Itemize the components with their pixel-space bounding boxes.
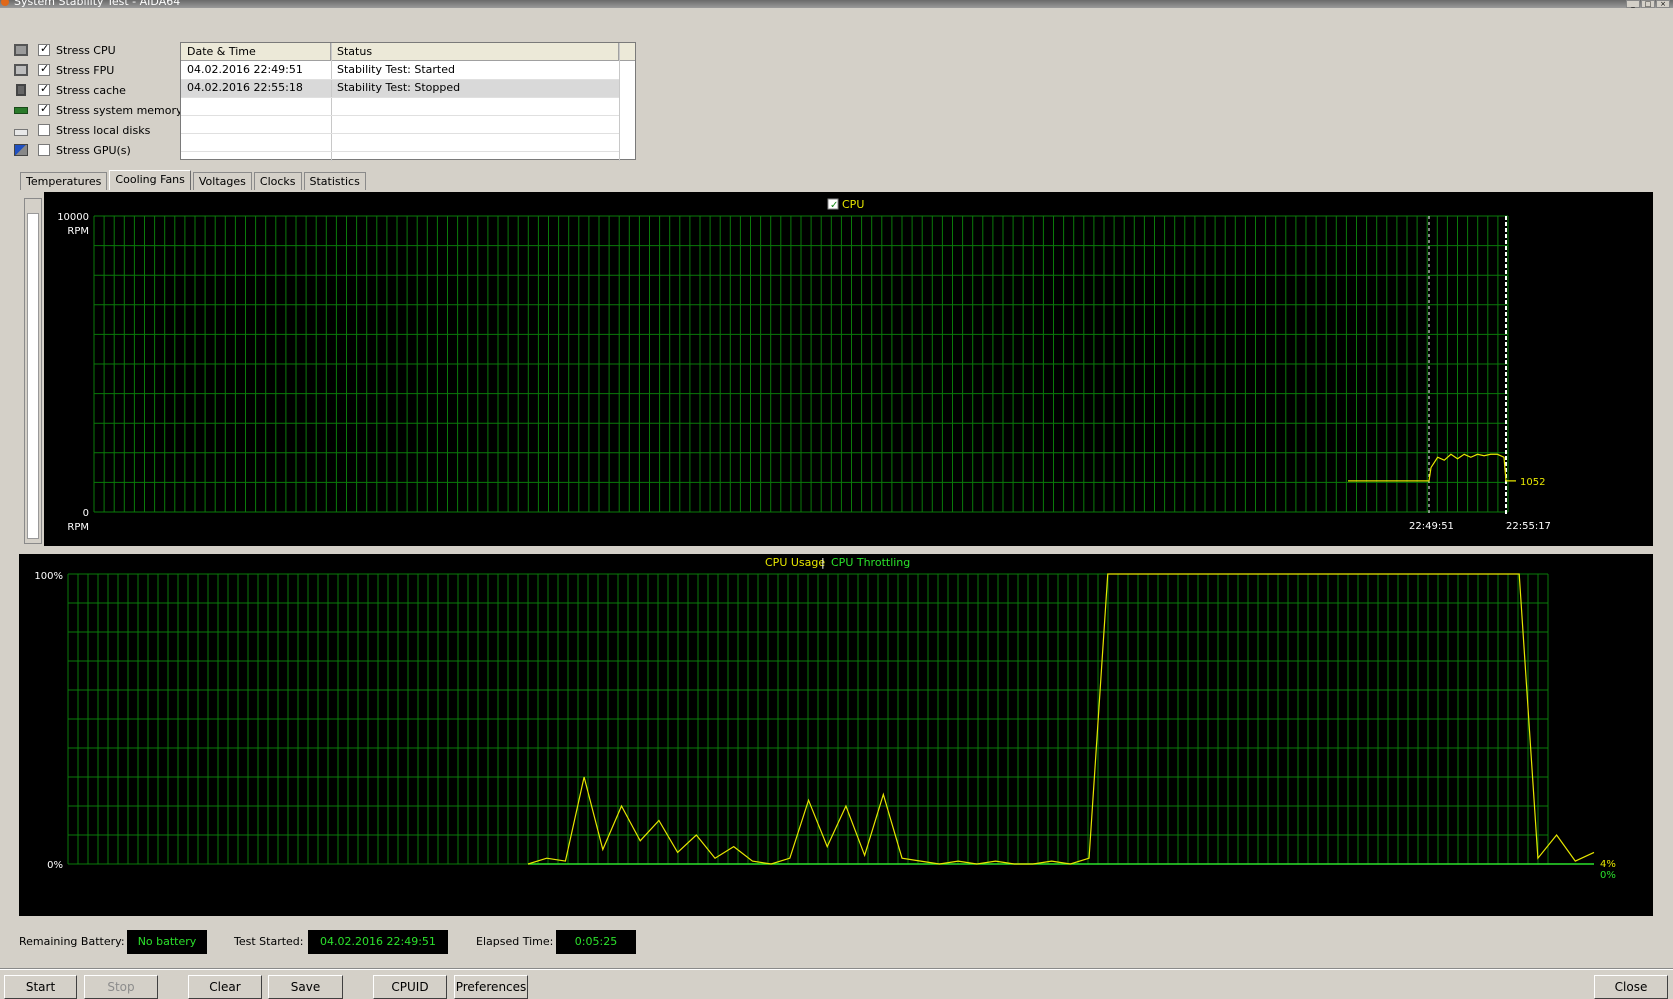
stress-cpu-checkbox[interactable] <box>38 42 50 56</box>
column-header-status[interactable]: Status <box>331 43 619 61</box>
stress-cpu-label: Stress CPU <box>56 43 116 57</box>
save-button[interactable]: Save <box>268 975 343 999</box>
test-started-label: Test Started: <box>234 935 304 948</box>
time-end-label: 22:55:17 <box>1506 521 1551 532</box>
battery-value: No battery <box>127 930 207 954</box>
stress-memory-option[interactable]: Stress system memory <box>14 101 183 119</box>
cpu-usage-graph: CPU Usage | CPU Throttling 100% 0% 4% 0% <box>19 554 1653 916</box>
close-window-button[interactable]: × <box>1656 0 1670 8</box>
stress-cache-label: Stress cache <box>56 83 126 97</box>
current-usage-label: 4% <box>1600 859 1616 870</box>
maximize-button[interactable]: □ <box>1641 0 1655 8</box>
legend-throttling-label: CPU Throttling <box>831 556 910 569</box>
close-button[interactable]: Close <box>1594 975 1668 999</box>
stop-button[interactable]: Stop <box>84 975 158 999</box>
y-max-label: 10000 <box>57 212 89 223</box>
fan-speed-chart: ✓ CPU 10000 RPM 0 RPM 22:49:51 22:55:17 1052 <box>57 198 1551 533</box>
title-bar: System Stability Test - AIDA64 _ □ × <box>0 0 1673 8</box>
current-rpm-label: 1052 <box>1520 477 1545 488</box>
y-max-label: 100% <box>34 571 63 582</box>
minimize-button[interactable]: _ <box>1626 0 1640 8</box>
stress-fpu-checkbox[interactable] <box>38 62 50 76</box>
battery-label: Remaining Battery: <box>19 935 125 948</box>
stress-gpu-checkbox[interactable] <box>38 144 50 156</box>
cpu-chip-icon <box>14 44 28 56</box>
current-throttling-label: 0% <box>1600 870 1616 881</box>
stress-memory-checkbox[interactable] <box>38 102 50 116</box>
table-row-2-datetime[interactable]: 04.02.2016 22:55:18 <box>181 79 331 97</box>
y-unit-label-top: RPM <box>67 226 89 237</box>
legend-usage-label: CPU Usage <box>765 556 825 569</box>
tab-statistics[interactable]: Statistics <box>303 172 366 190</box>
stress-disks-option[interactable]: Stress local disks <box>14 121 150 139</box>
stress-cpu-option[interactable]: Stress CPU <box>14 41 116 59</box>
start-button[interactable]: Start <box>4 975 77 999</box>
y-min-label: 0 <box>83 508 89 519</box>
memory-module-icon <box>14 106 28 114</box>
legend-separator: | <box>821 556 825 569</box>
sensor-list-scrollbar[interactable] <box>24 198 42 544</box>
y-unit-label-bottom: RPM <box>67 522 89 533</box>
app-icon <box>1 0 9 6</box>
table-row-1-status[interactable]: Stability Test: Started <box>331 61 619 79</box>
clear-button[interactable]: Clear <box>188 975 262 999</box>
cache-chip-icon <box>16 84 26 96</box>
cpu-usage-chart: CPU Usage| CPU Throttling100%0% 4%0% <box>34 556 1616 881</box>
scrollbar-thumb[interactable] <box>27 213 39 539</box>
legend-cpu-label: CPU <box>842 198 864 211</box>
hard-disk-icon <box>14 129 28 136</box>
stress-fpu-option[interactable]: Stress FPU <box>14 61 114 79</box>
column-header-datetime[interactable]: Date & Time <box>181 43 331 61</box>
time-start-label: 22:49:51 <box>1409 521 1454 532</box>
elapsed-time-value: 0:05:25 <box>556 930 636 954</box>
graph-tabs: Temperatures Cooling Fans Voltages Clock… <box>20 170 368 190</box>
stress-memory-label: Stress system memory <box>56 103 183 117</box>
stress-cache-checkbox[interactable] <box>38 82 50 96</box>
y-min-label: 0% <box>47 860 63 871</box>
column-header-spare <box>619 43 635 61</box>
fpu-chip-icon <box>14 64 28 76</box>
table-row-2-status[interactable]: Stability Test: Stopped <box>331 79 619 97</box>
legend-check-icon: ✓ <box>830 200 838 211</box>
cpuid-button[interactable]: CPUID <box>373 975 447 999</box>
table-row-1-datetime[interactable]: 04.02.2016 22:49:51 <box>181 61 331 79</box>
preferences-button[interactable]: Preferences <box>454 975 528 999</box>
gpu-monitor-icon <box>14 144 28 156</box>
event-log-table[interactable]: Date & Time Status 04.02.2016 22:49:51 S… <box>180 42 636 161</box>
tab-voltages[interactable]: Voltages <box>192 172 252 190</box>
tab-clocks[interactable]: Clocks <box>253 172 302 190</box>
stress-fpu-label: Stress FPU <box>56 63 115 77</box>
tab-temperatures[interactable]: Temperatures <box>20 172 108 190</box>
fan-speed-graph: ✓ CPU 10000 RPM 0 RPM 22:49:51 22:55:17 1052 <box>44 192 1653 546</box>
test-started-value: 04.02.2016 22:49:51 <box>308 930 448 954</box>
elapsed-time-label: Elapsed Time: <box>476 935 554 948</box>
stress-cache-option[interactable]: Stress cache <box>14 81 126 99</box>
stress-gpu-label: Stress GPU(s) <box>56 143 131 157</box>
tab-cooling-fans[interactable]: Cooling Fans <box>109 170 191 190</box>
stress-disks-checkbox[interactable] <box>38 124 50 136</box>
window-body: Stress CPU Stress FPU Stress cache Stres… <box>0 8 1673 999</box>
stress-disks-label: Stress local disks <box>56 123 151 137</box>
window-title: System Stability Test - AIDA64 <box>14 0 181 8</box>
fan-speed-series-line <box>1348 453 1516 482</box>
stress-gpu-option[interactable]: Stress GPU(s) <box>14 141 131 159</box>
